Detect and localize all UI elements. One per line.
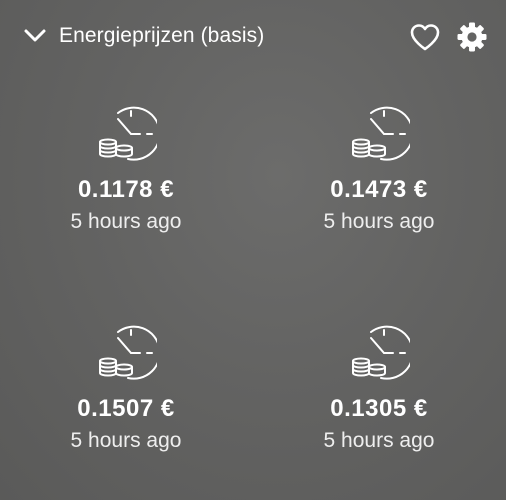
- widget-title: Energieprijzen (basis): [59, 24, 265, 47]
- price-value: 0.1305 €: [330, 395, 428, 422]
- price-tile[interactable]: 0.1473 € 5 hours ago: [279, 104, 479, 264]
- clock-coins-icon: [99, 325, 157, 380]
- price-tile[interactable]: 0.1178 € 5 hours ago: [26, 104, 226, 264]
- price-value: 0.1178 €: [77, 176, 175, 203]
- clock-coins-icon: [99, 106, 157, 161]
- timestamp: 5 hours ago: [323, 210, 435, 233]
- price-tile[interactable]: 0.1305 € 5 hours ago: [279, 323, 479, 483]
- price-value: 0.1473 €: [330, 176, 428, 203]
- chevron-down-icon[interactable]: [22, 25, 48, 47]
- widget-header: Energieprijzen (basis): [0, 0, 506, 76]
- price-value: 0.1507 €: [77, 395, 175, 422]
- price-tile[interactable]: 0.1507 € 5 hours ago: [26, 323, 226, 483]
- timestamp: 5 hours ago: [70, 429, 182, 452]
- clock-coins-icon: [352, 325, 410, 380]
- timestamp: 5 hours ago: [70, 210, 182, 233]
- gear-icon[interactable]: [456, 21, 488, 53]
- clock-coins-icon: [352, 106, 410, 161]
- timestamp: 5 hours ago: [323, 429, 435, 452]
- heart-icon[interactable]: [409, 22, 441, 52]
